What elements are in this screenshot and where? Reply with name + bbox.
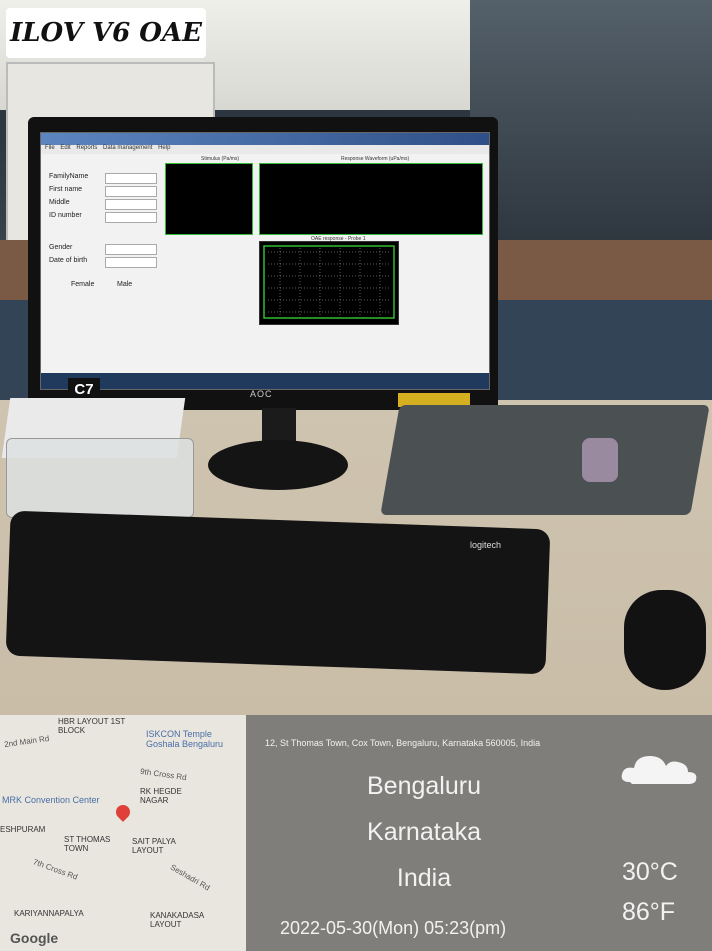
map-place-label: KARIYANNAPALYA [14,909,84,918]
state-name: Karnataka [367,818,481,846]
field-label: Female [71,281,95,288]
windows-taskbar [41,373,489,389]
oae-response-graph [259,241,399,325]
graph-title: Stimulus (Pa/ms) [201,156,240,162]
photo-title: ILOV V6 OAE [6,8,206,58]
monitor-screen: File Edit Reports Data management Help F… [40,132,490,390]
oae-grid [263,245,395,319]
map-place-label: MRK Convention Center [2,795,100,805]
google-logo: Google [10,930,59,946]
country-name: India [396,864,452,892]
graph-title: Response Waveform (uPa/ms) [341,156,410,162]
field-label: FamilyName [49,173,89,180]
field-input[interactable] [105,199,157,210]
field-input[interactable] [105,212,157,223]
photo-scene: ILOV V6 OAE File Edit Reports Data manag… [0,0,712,951]
app-titlebar [41,133,489,145]
temperature-celsius: 30°C [622,858,678,886]
menu-item[interactable]: Data management [103,145,152,151]
menu-item[interactable]: Help [158,145,170,151]
field-label: Male [117,281,133,288]
menu-item[interactable]: Edit [60,145,70,151]
field-input[interactable] [105,186,157,197]
city-name: Bengaluru [367,772,481,800]
monitor-brand-logo: AOC [250,389,273,399]
field-label: Gender [49,244,73,251]
map-road-label: 7th Cross Rd [31,857,79,882]
field-input[interactable] [105,244,157,255]
field-label: Middle [49,199,70,206]
keyboard [5,510,551,675]
map-place-label: ISKCON Temple Goshala Bengaluru [146,729,224,749]
probe-tips-box [6,438,194,518]
monitor-stand-base [208,440,348,490]
field-label: ID number [49,212,82,219]
oae-device [380,405,710,515]
field-input[interactable] [105,257,157,268]
map-place-label: RK HEGDE NAGAR [140,787,182,805]
observation-window [470,0,712,270]
map-place-label: ST THOMAS TOWN [64,835,111,853]
map-place-label: ESHPURAM [0,825,46,834]
map-road-label: Seshadri Rd [168,862,212,893]
map-road-label: 9th Cross Rd [139,766,188,783]
field-input[interactable] [105,173,157,184]
map-panel: 2nd Main Rd 9th Cross Rd 7th Cross Rd Se… [0,715,246,951]
oae-probe [582,438,618,482]
keyboard-brand-logo: logitech [470,540,502,550]
datetime-text: 2022-05-30(Mon) 05:23(pm) [280,918,507,938]
app-menubar: File Edit Reports Data management Help [41,145,489,154]
computer-mouse [624,590,706,690]
map-place-label: KANAKADASA LAYOUT [150,911,204,929]
response-graph [259,163,483,235]
address-text: 12, St Thomas Town, Cox Town, Bengaluru,… [265,738,541,748]
map-place-label: SAIT PALYA LAYOUT [132,837,176,855]
map-place-label: HBR LAYOUT 1ST BLOCK [58,717,126,735]
field-label: Date of birth [49,257,88,264]
stimulus-graph [165,163,253,235]
temperature-fahrenheit: 86°F [622,898,676,926]
menu-item[interactable]: Reports [76,145,97,151]
station-sticker: C7 [68,378,100,400]
cloud-icon [621,756,697,784]
map-road-label: 2nd Main Rd [3,733,50,750]
field-label: First name [49,186,83,193]
menu-item[interactable]: File [45,145,55,151]
